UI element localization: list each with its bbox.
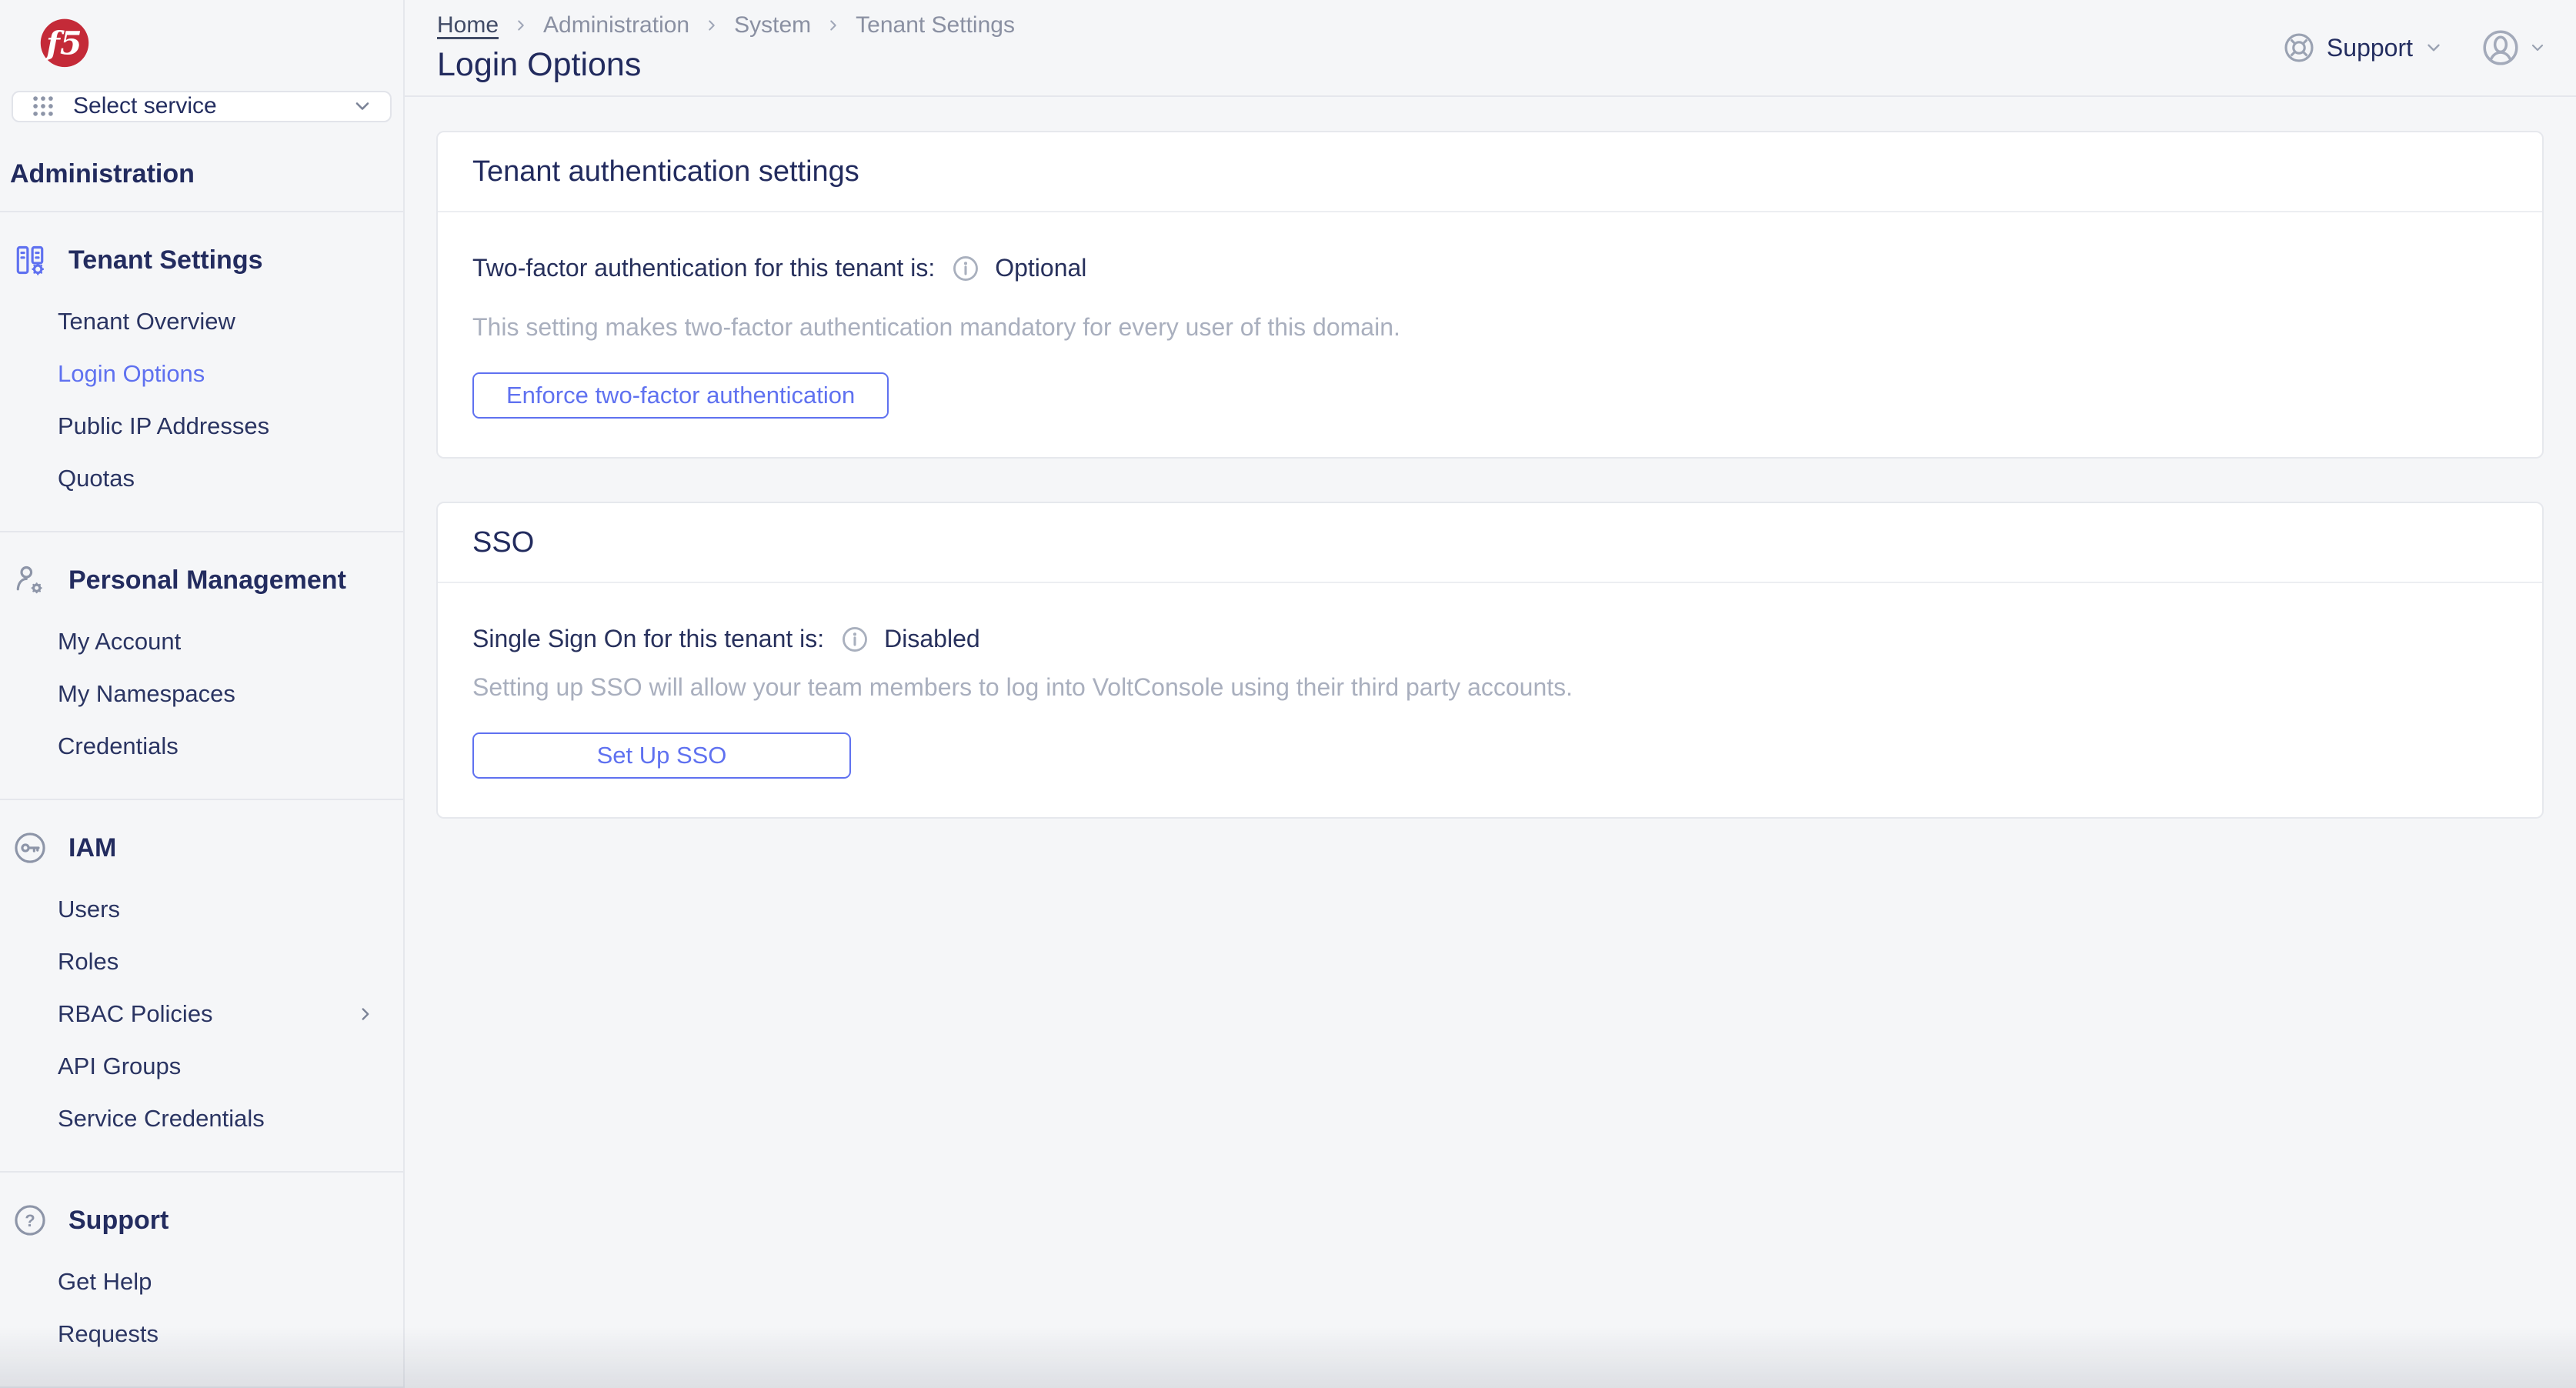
breadcrumb: Home Administration System Tenant Settin… — [437, 12, 1015, 38]
sso-card: SSO Single Sign On for this tenant is: D… — [436, 502, 2544, 819]
section-header-tenant-settings[interactable]: Tenant Settings — [0, 235, 403, 285]
sidebar-item-label: RBAC Policies — [58, 1000, 213, 1027]
breadcrumb-system: System — [734, 12, 812, 38]
topbar-right: Support — [2282, 12, 2547, 83]
two-factor-description: This setting makes two-factor authentica… — [472, 313, 1400, 341]
two-factor-status-value: Optional — [995, 254, 1087, 282]
f5-logo[interactable]: f5 — [28, 18, 102, 68]
topbar: Home Administration System Tenant Settin… — [405, 0, 2576, 97]
sidebar-heading: Administration — [10, 159, 195, 189]
two-factor-status-label: Two-factor authentication for this tenan… — [472, 254, 936, 282]
section-title: Support — [68, 1205, 169, 1235]
sidebar-item-my-namespaces[interactable]: My Namespaces — [0, 668, 403, 720]
card-body: Single Sign On for this tenant is: Disab… — [438, 583, 2542, 817]
sidebar-item-roles[interactable]: Roles — [0, 936, 403, 988]
info-icon[interactable] — [952, 255, 979, 282]
enforce-two-factor-button[interactable]: Enforce two-factor authentication — [472, 372, 889, 419]
support-menu-label: Support — [2326, 33, 2413, 62]
section-title: IAM — [68, 832, 117, 862]
breadcrumb-tenant-settings: Tenant Settings — [856, 12, 1015, 38]
chevron-down-icon — [355, 102, 369, 111]
select-service-dropdown[interactable]: Select service — [12, 90, 392, 122]
account-menu[interactable] — [2482, 29, 2547, 66]
sidebar-nav: Tenant Settings Tenant Overview Login Op… — [0, 211, 403, 1388]
sso-status-value: Disabled — [884, 625, 980, 652]
section-header-support[interactable]: ? Support — [0, 1196, 403, 1245]
sidebar-item-quotas[interactable]: Quotas — [0, 452, 403, 505]
sidebar-item-login-options[interactable]: Login Options — [0, 348, 403, 400]
tenant-settings-icon — [16, 245, 45, 275]
nav-section-personal-management: Personal Management My Account My Namesp… — [0, 531, 403, 799]
sidebar: f5 Select service Administration Tenant … — [0, 0, 405, 1388]
question-circle-icon: ? — [15, 1205, 45, 1236]
sidebar-item-credentials[interactable]: Credentials — [0, 720, 403, 772]
f5-logo-text: f5 — [44, 25, 82, 62]
chevron-down-icon — [2531, 44, 2544, 52]
topbar-left: Home Administration System Tenant Settin… — [437, 12, 1015, 84]
sidebar-item-api-groups[interactable]: API Groups — [0, 1040, 403, 1093]
sidebar-item-requests[interactable]: Requests — [0, 1308, 403, 1360]
lifebuoy-icon — [2284, 33, 2314, 62]
page-title: Login Options — [437, 46, 642, 83]
chevron-right-icon — [362, 1008, 369, 1020]
sso-status-row: Single Sign On for this tenant is: Disab… — [472, 625, 2508, 653]
content-area: Home Administration System Tenant Settin… — [405, 0, 2576, 1388]
card-title: Tenant authentication settings — [438, 132, 2542, 212]
support-menu[interactable]: Support — [2282, 31, 2444, 65]
chevron-right-icon — [709, 20, 715, 31]
section-title: Personal Management — [68, 565, 346, 595]
app-window: f5 Select service Administration Tenant … — [0, 0, 2576, 1388]
avatar-icon — [2483, 30, 2518, 65]
sidebar-item-service-credentials[interactable]: Service Credentials — [0, 1093, 403, 1145]
grid-icon — [33, 96, 53, 117]
nav-section-support: ? Support Get Help Requests — [0, 1171, 403, 1386]
section-title: Tenant Settings — [68, 245, 263, 275]
sidebar-item-rbac-policies[interactable]: RBAC Policies — [0, 988, 403, 1040]
sso-description: Setting up SSO will allow your team memb… — [472, 673, 1573, 701]
chevron-down-icon — [2428, 44, 2440, 52]
tenant-auth-settings-card: Tenant authentication settings Two-facto… — [436, 131, 2544, 459]
sso-status-label: Single Sign On for this tenant is: — [472, 625, 825, 652]
breadcrumb-home-link[interactable]: Home — [437, 12, 499, 38]
breadcrumb-administration: Administration — [543, 12, 690, 38]
main-panel: Tenant authentication settings Two-facto… — [405, 97, 2576, 819]
sidebar-item-get-help[interactable]: Get Help — [0, 1256, 403, 1308]
select-service-label: Select service — [73, 93, 217, 119]
info-icon[interactable] — [841, 626, 869, 653]
nav-section-iam: IAM Users Roles RBAC Policies API Groups… — [0, 799, 403, 1171]
card-body: Two-factor authentication for this tenan… — [438, 212, 2542, 457]
person-gear-icon — [16, 566, 42, 594]
sidebar-item-tenant-overview[interactable]: Tenant Overview — [0, 295, 403, 348]
section-header-iam[interactable]: IAM — [0, 823, 403, 873]
set-up-sso-button[interactable]: Set Up SSO — [472, 732, 851, 779]
key-icon — [15, 832, 45, 863]
sidebar-item-public-ip-addresses[interactable]: Public IP Addresses — [0, 400, 403, 452]
sidebar-item-my-account[interactable]: My Account — [0, 616, 403, 668]
section-header-personal-management[interactable]: Personal Management — [0, 556, 403, 605]
chevron-right-icon — [518, 20, 524, 31]
nav-section-tenant-settings: Tenant Settings Tenant Overview Login Op… — [0, 211, 403, 531]
sidebar-item-users[interactable]: Users — [0, 883, 403, 936]
two-factor-status-row: Two-factor authentication for this tenan… — [472, 254, 2508, 282]
chevron-right-icon — [830, 20, 836, 31]
card-title: SSO — [438, 503, 2542, 583]
svg-text:?: ? — [25, 1211, 35, 1230]
